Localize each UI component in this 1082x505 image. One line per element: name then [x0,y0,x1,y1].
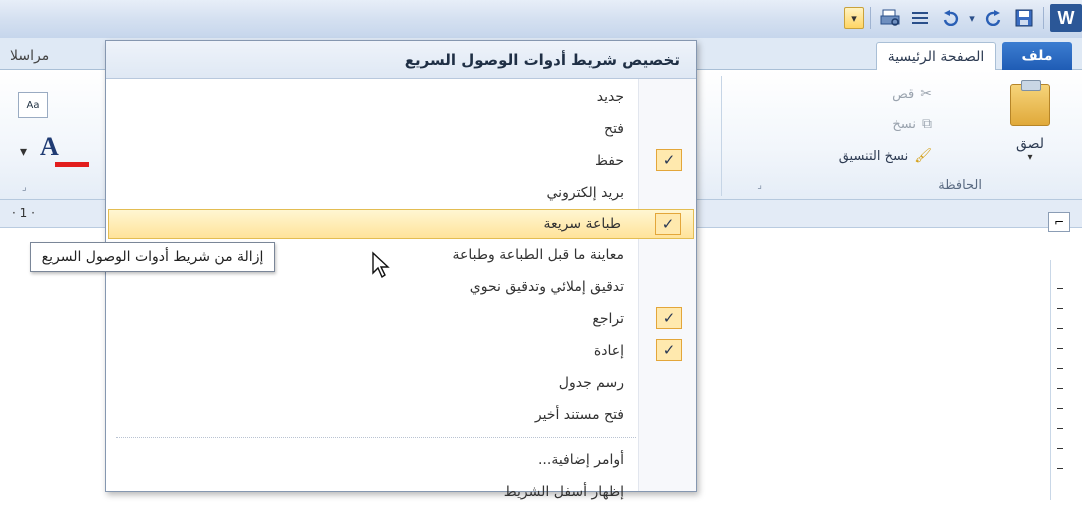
tab-file[interactable]: ملف [1002,42,1072,70]
undo-icon[interactable] [937,5,963,31]
change-case-icon[interactable]: Aa [18,92,48,118]
menu-item-label: رسم جدول [558,375,624,391]
ruler-number: · 1 · [12,206,35,220]
ruler-tick [1057,468,1063,469]
copy-label: نسخ [892,116,916,132]
title-bar: ▾ ▾ W [0,0,1082,38]
font-color-swatch [55,162,89,167]
format-painter-label: نسخ التنسيق [838,148,909,164]
cut-button[interactable]: ✂ قص [892,86,932,102]
redo-icon[interactable] [981,5,1007,31]
font-color-icon[interactable]: A [40,132,59,162]
menu-item-spelling-grammar[interactable]: تدقيق إملائي وتدقيق نحوي [106,271,696,303]
chevron-down-icon: ▾ [1027,152,1033,163]
quick-access-toolbar: ▾ ▾ W [844,3,1082,33]
mouse-cursor-icon [371,251,393,286]
paragraph-lines-icon[interactable] [907,5,933,31]
menu-item-new[interactable]: جديد [106,81,696,113]
ruler-tick [1057,388,1063,389]
menu-item-show-below-ribbon[interactable]: إظهار أسفل الشريط [106,476,696,505]
ruler-tick [1057,428,1063,429]
format-painter-button[interactable]: 🖌 نسخ التنسيق [839,148,932,164]
menu-item-redo[interactable]: ✓ إعادة [106,335,696,367]
ruler-tick [1057,328,1063,329]
dropdown-arrow-icon[interactable]: ▾ [20,144,27,160]
menu-item-label: تراجع [592,311,624,327]
copy-icon: ⧉ [922,116,932,132]
checkmark-icon: ✓ [656,149,682,171]
clipboard-group-label: الحافظة [938,178,982,193]
tab-selector-icon[interactable]: ⌐ [1048,212,1070,232]
menu-item-label: إعادة [593,343,624,359]
tab-mailings[interactable]: مراسلا [0,42,110,70]
menu-item-quick-print[interactable]: ✓ طباعة سريعة [108,209,694,239]
menu-item-label: أوامر إضافية... [537,452,624,468]
menu-item-label: إظهار أسفل الشريط [503,484,624,500]
ruler-tick [1057,368,1063,369]
paintbrush-icon: 🖌 [914,148,932,164]
dialog-launcher-icon[interactable]: ⌟ [757,180,762,191]
copy-button[interactable]: ⧉ نسخ [892,116,932,132]
word-logo-icon: W [1050,4,1082,32]
menu-item-undo[interactable]: ✓ تراجع [106,303,696,335]
menu-item-label: معاينة ما قبل الطباعة وطباعة [452,247,624,263]
ruler-tick [1057,308,1063,309]
menu-item-email[interactable]: بريد إلكتروني [106,177,696,209]
ruler-tick [1057,288,1063,289]
menu-item-save[interactable]: ✓ حفظ [106,145,696,177]
menu-item-label: فتح [604,121,624,137]
menu-item-more-commands[interactable]: أوامر إضافية... [106,444,696,476]
tooltip: إزالة من شريط أدوات الوصول السريع [30,242,275,272]
scissors-icon: ✂ [920,86,932,102]
checkmark-icon: ✓ [656,307,682,329]
customize-dropdown-icon[interactable]: ▾ [844,7,864,29]
ruler-tick [1057,448,1063,449]
paste-label: لصق [1015,136,1045,152]
checkmark-icon: ✓ [656,339,682,361]
font-dialog-launcher-icon[interactable]: ⌟ [22,182,27,193]
clipboard-icon [1010,80,1050,126]
paste-button[interactable]: لصق ▾ [1000,80,1060,169]
menu-item-label: تدقيق إملائي وتدقيق نحوي [469,279,624,295]
toolbar-divider [1043,7,1044,29]
ruler-tick [1057,408,1063,409]
group-divider [721,76,722,196]
undo-dropdown-icon[interactable]: ▾ [967,5,977,31]
print-preview-icon[interactable] [877,5,903,31]
save-icon[interactable] [1011,5,1037,31]
menu-item-label: جديد [596,89,624,105]
checkmark-icon: ✓ [655,213,681,235]
tab-home[interactable]: الصفحة الرئيسية [876,42,996,70]
menu-item-label: طباعة سريعة [543,216,621,232]
cut-label: قص [892,86,915,102]
menu-item-open-recent[interactable]: فتح مستند أخير [106,399,696,431]
menu-item-open[interactable]: فتح [106,113,696,145]
toolbar-divider [870,7,871,29]
menu-item-draw-table[interactable]: رسم جدول [106,367,696,399]
ruler-tick [1057,348,1063,349]
menu-item-label: حفظ [594,153,624,169]
word-window: ▾ ▾ W ملف الصفحة الرئيسية مراسلا لصق ▾ ✂… [0,0,1082,505]
menu-item-label: بريد إلكتروني [546,185,624,201]
menu-divider [116,437,636,438]
menu-title: تخصيص شريط أدوات الوصول السريع [106,41,696,79]
vertical-ruler [1050,260,1068,500]
menu-item-label: فتح مستند أخير [534,407,624,423]
